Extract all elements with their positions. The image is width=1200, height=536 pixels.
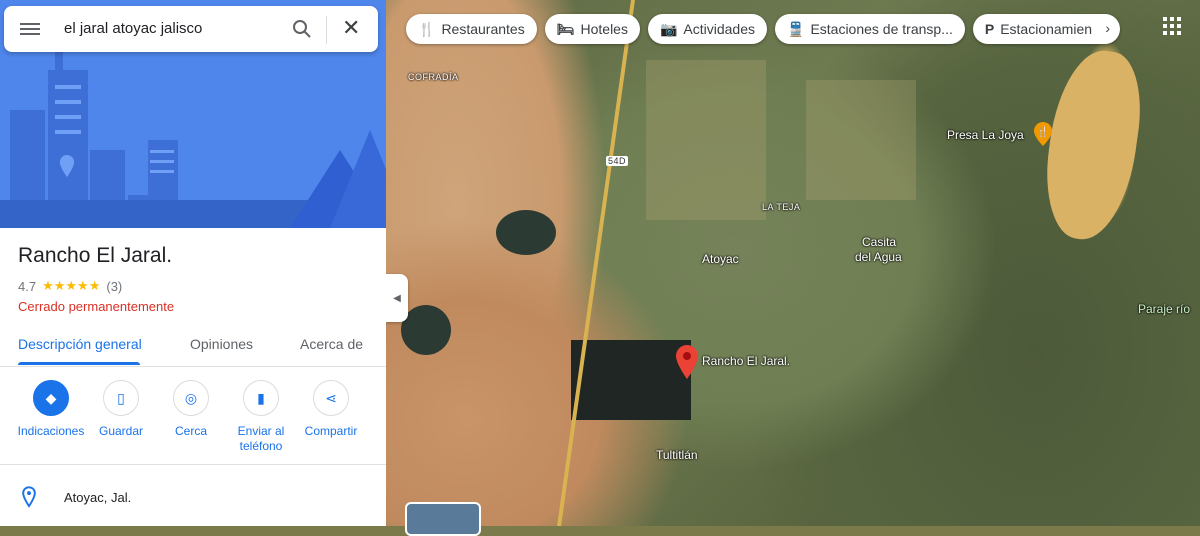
share-button[interactable]: ⋖ Compartir	[296, 380, 366, 439]
tab-about[interactable]: Acerca de	[300, 336, 363, 352]
chip-actividades[interactable]: 📷 Actividades	[647, 14, 767, 44]
directions-icon: ◆	[33, 380, 69, 416]
nearby-button[interactable]: ◎ Cerca	[156, 380, 226, 439]
active-tab-indicator	[18, 362, 140, 365]
address-text: Atoyac, Jal.	[64, 490, 132, 505]
chevron-right-icon[interactable]: ›	[1105, 20, 1110, 36]
chip-parking[interactable]: P Estacionamien ›	[972, 14, 1121, 44]
dark-field	[571, 340, 691, 420]
share-icon: ⋖	[313, 380, 349, 416]
send-to-phone-button[interactable]: ▮ Enviar al teléfono	[226, 380, 296, 454]
map-label-tultitlan: Tultitlán	[656, 448, 698, 462]
close-icon[interactable]: ✕	[342, 15, 360, 41]
hotel-icon: 🛏	[556, 20, 575, 37]
location-pin-icon	[22, 486, 36, 508]
collapse-panel-button[interactable]: ◀	[386, 274, 408, 322]
search-input[interactable]: el jaral atoyac jalisco	[64, 20, 202, 37]
restaurant-icon: 🍴	[418, 20, 436, 37]
chip-hoteles[interactable]: 🛏 Hoteles	[544, 14, 640, 44]
nearby-icon: ◎	[173, 380, 209, 416]
crop-field	[646, 60, 766, 220]
restaurant-marker-icon[interactable]: 🍴	[1034, 122, 1052, 146]
parking-icon: P	[984, 21, 995, 37]
crop-field	[806, 80, 916, 200]
rating-value: 4.7	[18, 278, 37, 294]
highway-shield: 54D	[606, 156, 629, 166]
bookmark-icon: ▯	[103, 380, 139, 416]
tab-reviews[interactable]: Opiniones	[190, 336, 253, 352]
location-pin-icon[interactable]	[676, 345, 698, 379]
menu-icon[interactable]	[20, 20, 40, 38]
apps-grid-icon[interactable]	[1162, 16, 1182, 36]
rating-row: 4.7 ★★★★★ (3)	[18, 278, 122, 294]
camera-icon: 📷	[659, 20, 678, 37]
save-button[interactable]: ▯ Guardar	[86, 380, 156, 439]
layers-thumbnail[interactable]	[405, 502, 481, 536]
tab-overview[interactable]: Descripción general	[18, 336, 142, 352]
send-to-phone-icon: ▮	[243, 380, 279, 416]
pin-label: Rancho El Jaral.	[702, 354, 791, 368]
address-row[interactable]: Atoyac, Jal.	[20, 486, 131, 508]
category-chips: 🍴 Restaurantes 🛏 Hoteles 📷 Actividades 🚆 Est…	[406, 14, 1121, 44]
map-pin-illustration-icon	[59, 155, 75, 177]
highway-road	[557, 0, 635, 526]
directions-button[interactable]: ◆ Indicaciones	[16, 380, 86, 439]
review-count[interactable]: (3)	[106, 279, 122, 294]
chip-transit[interactable]: 🚆 Estaciones de transp...	[775, 14, 965, 44]
map-label-cofradia: COFRADÍA	[408, 72, 459, 82]
map-label-la-teja: LA TEJA	[762, 202, 801, 212]
tab-bar: Descripción general Opiniones Acerca de	[0, 326, 386, 367]
satellite-map[interactable]: COFRADÍA LA TEJA Atoyac Casita del Agua …	[386, 0, 1200, 526]
action-buttons: ◆ Indicaciones ▯ Guardar ◎ Cerca ▮ Envia…	[0, 380, 386, 465]
chip-restaurantes[interactable]: 🍴 Restaurantes	[406, 14, 537, 44]
lake-water	[1037, 44, 1149, 246]
pond	[401, 305, 451, 355]
map-label-paraje: Paraje río	[1138, 302, 1191, 316]
search-box: el jaral atoyac jalisco ✕	[4, 6, 378, 52]
svg-text:🍴: 🍴	[1037, 125, 1049, 138]
chevron-left-icon: ◀	[393, 292, 401, 304]
pond	[496, 210, 556, 255]
place-title: Rancho El Jaral.	[18, 244, 173, 267]
star-rating-icon: ★★★★★	[42, 278, 101, 293]
map-label-casita: Casita	[862, 235, 897, 249]
map-label-del-agua: del Agua	[855, 250, 902, 264]
search-icon[interactable]	[290, 17, 314, 41]
transit-icon: 🚆	[787, 20, 805, 37]
map-label-presa: Presa La Joya	[947, 128, 1024, 142]
place-panel: el jaral atoyac jalisco ✕ Rancho El Jara…	[0, 0, 386, 526]
map-label-atoyac: Atoyac	[702, 252, 739, 266]
status-closed: Cerrado permanentemente	[18, 299, 175, 314]
divider	[326, 16, 327, 44]
